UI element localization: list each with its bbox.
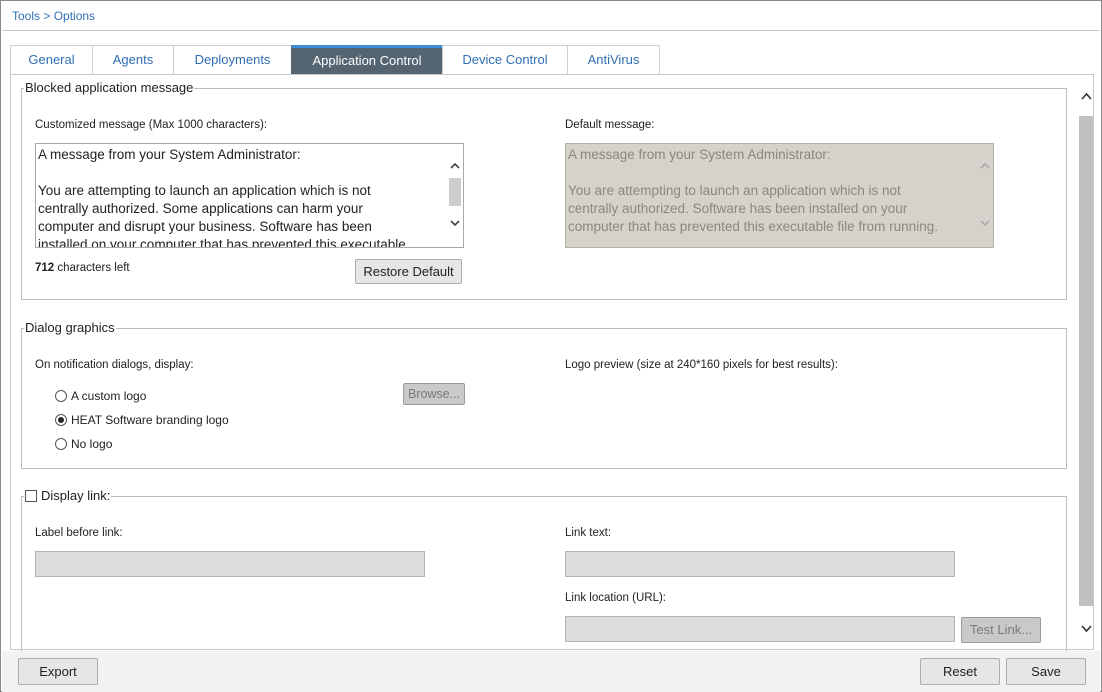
link-location-label: Link location (URL): — [565, 592, 666, 604]
display-link-title: Display link: — [24, 488, 112, 503]
radio-heat-logo-label: HEAT Software branding logo — [71, 413, 229, 427]
radio-no-logo-label: No logo — [71, 437, 113, 451]
custom-message-line: computer and disrupt your business. Soft… — [38, 219, 372, 234]
test-link-button[interactable]: Test Link... — [961, 617, 1041, 643]
reset-button[interactable]: Reset — [920, 658, 1000, 685]
display-link-label: Display link: — [41, 488, 111, 503]
default-message-line: centrally authorized. Software has been … — [568, 201, 908, 216]
radio-custom-logo[interactable]: A custom logo — [55, 389, 146, 403]
default-message-line: A message from your System Administrator… — [568, 147, 831, 162]
chevron-up-icon[interactable] — [1078, 86, 1094, 106]
label-before-link-label: Label before link: — [35, 527, 123, 539]
tab-agents[interactable]: Agents — [92, 45, 174, 74]
default-message-textarea: A message from your System Administrator… — [565, 143, 994, 248]
radio-heat-logo-circle[interactable] — [55, 414, 67, 426]
tab-general[interactable]: General — [10, 45, 93, 74]
custom-message-line — [38, 164, 445, 182]
page-scroll-thumb[interactable] — [1079, 116, 1093, 606]
link-location-input[interactable] — [565, 616, 955, 642]
custom-message-scroll-thumb[interactable] — [449, 178, 461, 206]
characters-left-count: 712 — [35, 262, 55, 274]
characters-left: 712 characters left — [35, 262, 130, 274]
custom-message-label: Customized message (Max 1000 characters)… — [35, 119, 268, 131]
chevron-down-icon[interactable] — [447, 216, 463, 232]
default-message-line: You are attempting to launch an applicat… — [568, 183, 901, 198]
browse-button[interactable]: Browse... — [403, 383, 465, 405]
default-message-label: Default message: — [565, 119, 655, 131]
default-message-scrollbar — [977, 144, 993, 247]
save-button[interactable]: Save — [1006, 658, 1086, 685]
custom-message-textarea[interactable]: A message from your System Administrator… — [35, 143, 464, 248]
tab-device-control[interactable]: Device Control — [442, 45, 568, 74]
page-scrollbar[interactable] — [1078, 86, 1094, 641]
link-text-input[interactable] — [565, 551, 955, 577]
radio-no-logo[interactable]: No logo — [55, 437, 112, 451]
custom-message-scrollbar[interactable] — [447, 144, 463, 247]
display-link-checkbox[interactable] — [25, 489, 37, 502]
custom-message-line: installed on your computer that has prev… — [38, 237, 406, 248]
tab-deployments[interactable]: Deployments — [173, 45, 292, 74]
radio-no-logo-circle[interactable] — [55, 438, 67, 450]
dialog-graphics-group: Dialog graphics — [21, 320, 1067, 469]
link-text-label: Link text: — [565, 527, 612, 539]
chevron-down-icon[interactable] — [1078, 619, 1094, 639]
characters-left-suffix: characters left — [54, 262, 130, 274]
chevron-up-icon — [977, 158, 993, 174]
chevron-up-icon[interactable] — [447, 158, 463, 174]
display-option-label: On notification dialogs, display: — [35, 359, 194, 371]
tab-antivirus[interactable]: AntiVirus — [567, 45, 660, 74]
custom-message-line: A message from your System Administrator… — [38, 147, 301, 162]
custom-message-line: You are attempting to launch an applicat… — [38, 183, 371, 198]
export-button[interactable]: Export — [18, 658, 98, 685]
default-message-line: computer that has prevented this executa… — [568, 219, 938, 234]
breadcrumb[interactable]: Tools > Options — [12, 9, 95, 23]
custom-message-line: centrally authorized. Some applications … — [38, 201, 363, 216]
breadcrumb-divider — [2, 30, 1100, 31]
dialog-graphics-title: Dialog graphics — [24, 320, 116, 335]
radio-custom-logo-label: A custom logo — [71, 389, 147, 403]
label-before-link-input[interactable] — [35, 551, 425, 577]
default-message-line — [568, 164, 975, 182]
restore-default-button[interactable]: Restore Default — [355, 259, 462, 284]
tab-bar: General Agents Deployments Application C… — [10, 45, 660, 74]
options-window: Tools > Options General Agents Deploymen… — [0, 0, 1102, 692]
radio-heat-logo[interactable]: HEAT Software branding logo — [55, 413, 229, 427]
chevron-down-icon — [977, 216, 993, 232]
blocked-message-title: Blocked application message — [24, 80, 195, 95]
logo-preview-label: Logo preview (size at 240*160 pixels for… — [565, 359, 838, 371]
tab-application-control[interactable]: Application Control — [291, 45, 443, 74]
radio-custom-logo-circle[interactable] — [55, 390, 67, 402]
